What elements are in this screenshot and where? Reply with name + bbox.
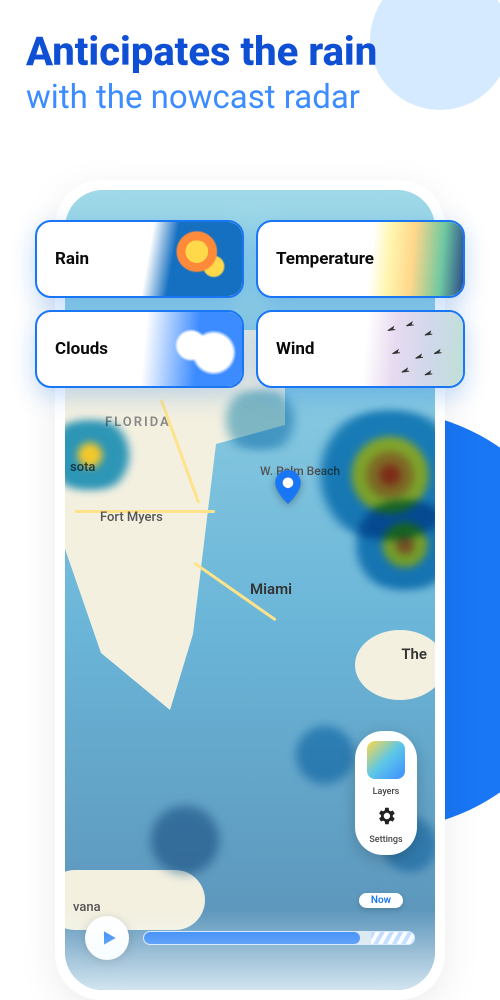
layers-button[interactable] [367,741,405,779]
wind-preview [350,312,463,386]
layer-label: Clouds [55,339,108,359]
layer-cards: Rain Temperature Clouds Wind [35,220,465,388]
radar-cell [125,800,245,880]
layer-label: Rain [55,249,89,269]
settings-button[interactable] [375,805,397,827]
radar-cell [195,390,325,450]
clouds-preview [129,312,242,386]
city-label: The [401,645,427,663]
layer-card-temperature[interactable]: Temperature [256,220,465,298]
layer-card-rain[interactable]: Rain [35,220,244,298]
layer-card-clouds[interactable]: Clouds [35,310,244,388]
layer-card-wind[interactable]: Wind [256,310,465,388]
hero-title: Anticipates the rain [26,30,474,74]
hero-subtitle: with the nowcast radar [26,78,474,117]
bottom-fade [65,910,435,990]
city-label: Miami [250,580,292,598]
hero-header: Anticipates the rain with the nowcast ra… [0,0,500,117]
layers-label: Layers [373,787,400,797]
map-controls-panel: Layers Settings [355,731,417,855]
layer-label: Temperature [276,249,374,269]
now-chip[interactable]: Now [359,893,403,908]
location-marker-icon[interactable] [275,470,301,496]
rain-preview [129,222,242,296]
city-label: Fort Myers [100,510,163,525]
settings-label: Settings [369,835,402,845]
land-bahamas [355,630,435,700]
layer-label: Wind [276,339,314,359]
